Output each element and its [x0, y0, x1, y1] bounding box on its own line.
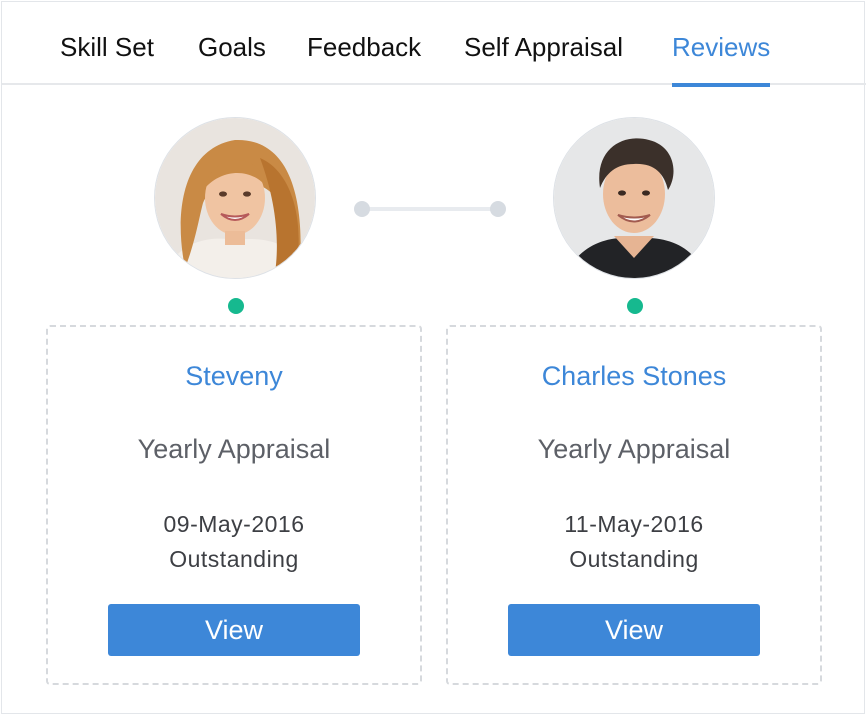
- tab-skill-set[interactable]: Skill Set: [60, 2, 154, 85]
- tab-feedback[interactable]: Feedback: [307, 2, 421, 85]
- reviews-panel: Skill Set Goals Feedback Self Appraisal …: [1, 1, 866, 714]
- review-date: 11-May-2016: [564, 511, 704, 537]
- review-type: Yearly Appraisal: [537, 434, 731, 464]
- tab-self-appraisal[interactable]: Self Appraisal: [464, 2, 623, 85]
- reviewer-name[interactable]: Charles Stones: [448, 361, 820, 392]
- tab-bar: Skill Set Goals Feedback Self Appraisal …: [2, 2, 866, 87]
- reviewer-avatar-2: [553, 117, 715, 279]
- view-button[interactable]: View: [508, 604, 760, 656]
- tab-goals[interactable]: Goals: [198, 2, 266, 85]
- review-card-2: Charles Stones Yearly Appraisal 11-May-2…: [446, 325, 822, 685]
- status-dot-2: [627, 298, 643, 314]
- reviewer-name[interactable]: Steveny: [48, 361, 420, 392]
- review-card-1: Steveny Yearly Appraisal 09-May-2016 Out…: [46, 325, 422, 685]
- connector-dot-right: [490, 201, 506, 217]
- review-connector-line: [362, 207, 498, 211]
- review-type: Yearly Appraisal: [137, 434, 331, 464]
- avatar-portrait-woman: [155, 118, 315, 278]
- review-rating: Outstanding: [569, 546, 699, 572]
- review-rating: Outstanding: [169, 546, 299, 572]
- connector-dot-left: [354, 201, 370, 217]
- reviewer-avatar-1: [154, 117, 316, 279]
- tab-reviews[interactable]: Reviews: [672, 2, 771, 87]
- view-button[interactable]: View: [108, 604, 360, 656]
- review-date: 09-May-2016: [163, 511, 305, 537]
- avatar-portrait-man: [554, 118, 714, 278]
- status-dot-1: [228, 298, 244, 314]
